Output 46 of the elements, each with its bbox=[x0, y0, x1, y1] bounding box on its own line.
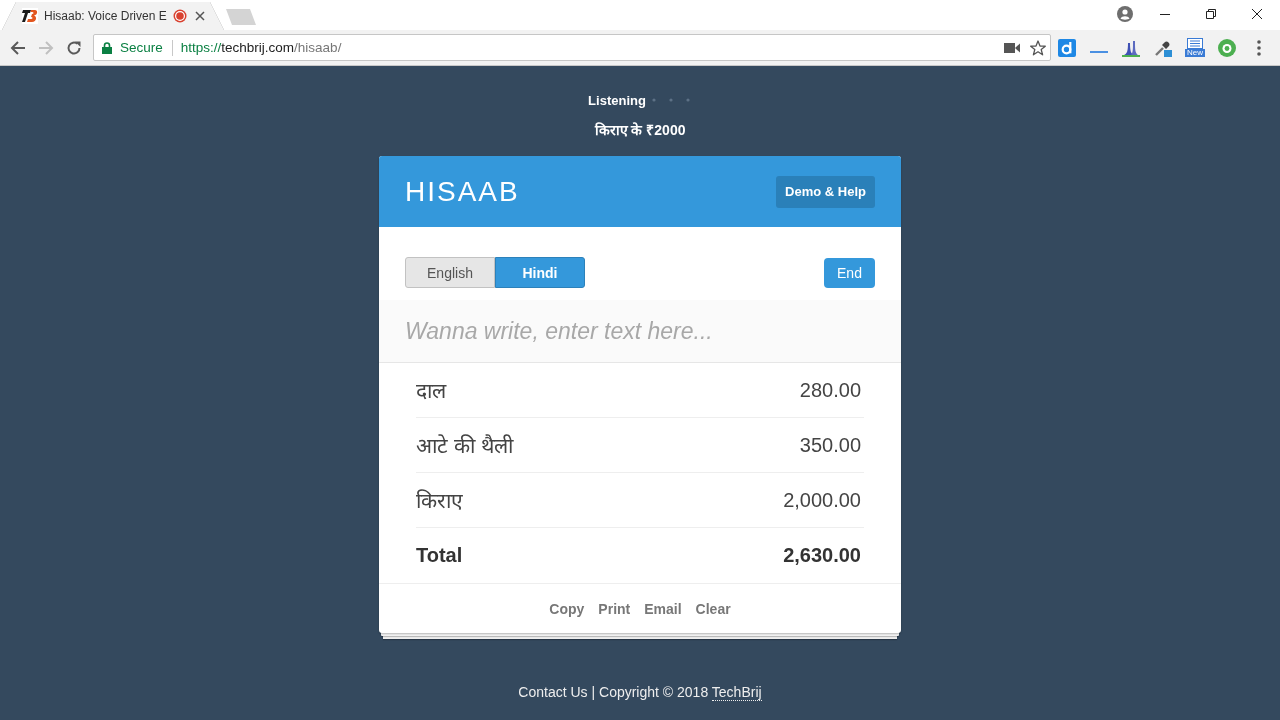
contact-link[interactable]: Contact Us bbox=[518, 684, 588, 700]
lock-icon bbox=[102, 41, 112, 54]
total-amount: 2,630.00 bbox=[783, 544, 862, 567]
url-text: https://techbrij.com/hisaab/ bbox=[180, 40, 342, 55]
tab-title: Hisaab: Voice Driven E bbox=[44, 9, 167, 23]
star-icon[interactable] bbox=[1030, 39, 1046, 56]
item-name: दाल bbox=[416, 378, 446, 404]
text-input-field[interactable]: Wanna write, enter text here... bbox=[379, 300, 901, 363]
speech-transcript: किराए के ₹2000 bbox=[594, 121, 686, 139]
item-amount: 350.00 bbox=[799, 433, 862, 457]
listening-status: Listening bbox=[588, 92, 646, 108]
item-amount: 2,000.00 bbox=[783, 488, 862, 512]
close-icon bbox=[1252, 9, 1262, 19]
language-toggle[interactable]: Hindi bbox=[495, 257, 585, 288]
minimize-icon bbox=[1160, 13, 1170, 15]
back-arrow-icon bbox=[10, 39, 26, 56]
item-name: आटे की थैली bbox=[416, 433, 513, 459]
total-label: Total bbox=[416, 544, 463, 567]
action-link[interactable]: Email bbox=[643, 600, 683, 617]
extension-button[interactable]: New bbox=[1179, 33, 1211, 62]
language-toggle[interactable]: English bbox=[405, 257, 495, 288]
forward-arrow-icon bbox=[38, 39, 54, 56]
reload-icon bbox=[66, 39, 82, 56]
menu-icon bbox=[1257, 39, 1261, 56]
video-camera-icon[interactable] bbox=[1004, 41, 1020, 54]
action-link[interactable]: Clear bbox=[694, 600, 732, 617]
item-name: किराए bbox=[416, 488, 463, 514]
account-icon bbox=[1117, 6, 1133, 22]
restore-icon bbox=[1206, 9, 1216, 19]
action-link[interactable]: Print bbox=[597, 600, 632, 617]
dash-icon bbox=[1090, 50, 1108, 53]
author-link[interactable]: TechBrij bbox=[711, 684, 762, 701]
address-bar[interactable]: Secure https://techbrij.com/hisaab/ bbox=[93, 34, 1051, 61]
circle-logo-icon bbox=[1218, 38, 1236, 57]
window-icon bbox=[1187, 38, 1203, 49]
browser-tab[interactable]: Hisaab: Voice Driven E bbox=[2, 2, 224, 30]
bar-chart-icon bbox=[1122, 38, 1140, 57]
app-tile-icon bbox=[1058, 38, 1076, 57]
help-button[interactable]: Demo & Help bbox=[776, 175, 875, 208]
footer-text: Contact Us | Copyright © 2018 TechBrij bbox=[518, 683, 762, 701]
logo-icon bbox=[22, 8, 38, 24]
app-title: HISAAB bbox=[405, 175, 520, 208]
action-link[interactable]: Copy bbox=[548, 600, 586, 617]
end-button[interactable]: End bbox=[824, 257, 875, 288]
item-amount: 280.00 bbox=[799, 378, 862, 402]
secure-label: Secure bbox=[120, 40, 163, 55]
